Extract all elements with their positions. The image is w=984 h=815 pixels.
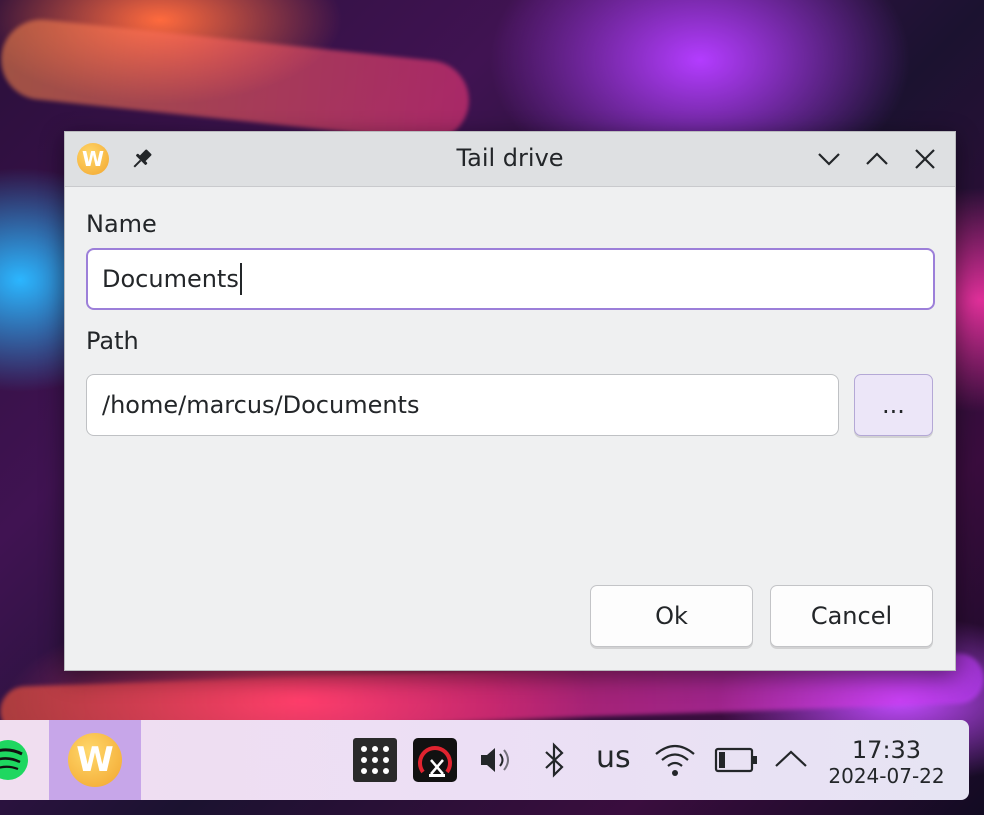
battery-icon[interactable] <box>714 744 758 776</box>
text-caret <box>239 263 242 295</box>
grid-app-icon[interactable] <box>353 738 397 782</box>
minimize-icon[interactable] <box>815 145 843 173</box>
name-input-value: Documents <box>102 265 239 293</box>
path-input-value: /home/marcus/Documents <box>102 391 420 419</box>
name-input[interactable]: Documents <box>86 248 935 310</box>
app-icon[interactable]: W <box>68 733 122 787</box>
taskbar: W us 17:33 2024-07-22 <box>0 720 969 800</box>
close-icon[interactable] <box>911 145 939 173</box>
ok-button[interactable]: Ok <box>590 585 753 647</box>
wallpaper-decoration <box>0 15 473 145</box>
clock-date[interactable]: 2024-07-22 <box>820 764 953 788</box>
keyboard-layout-indicator[interactable]: us <box>596 740 631 775</box>
tail-drive-dialog: W Tail drive Name Documents Path /home/m… <box>64 131 956 671</box>
speedometer-app-icon[interactable] <box>413 738 457 782</box>
active-task-indicator[interactable]: W <box>49 720 141 800</box>
clock-time[interactable]: 17:33 <box>820 736 953 764</box>
name-label: Name <box>86 210 157 238</box>
volume-icon[interactable] <box>477 742 513 778</box>
spotify-icon[interactable] <box>0 738 30 782</box>
title-bar[interactable]: W Tail drive <box>65 132 955 187</box>
path-label: Path <box>86 327 139 355</box>
expand-tray-icon[interactable] <box>773 744 809 776</box>
bluetooth-icon[interactable] <box>540 742 568 778</box>
maximize-icon[interactable] <box>863 145 891 173</box>
path-input[interactable]: /home/marcus/Documents <box>86 374 839 436</box>
wifi-icon[interactable] <box>653 740 697 780</box>
cancel-button[interactable]: Cancel <box>770 585 933 647</box>
browse-button[interactable]: ... <box>854 374 933 436</box>
